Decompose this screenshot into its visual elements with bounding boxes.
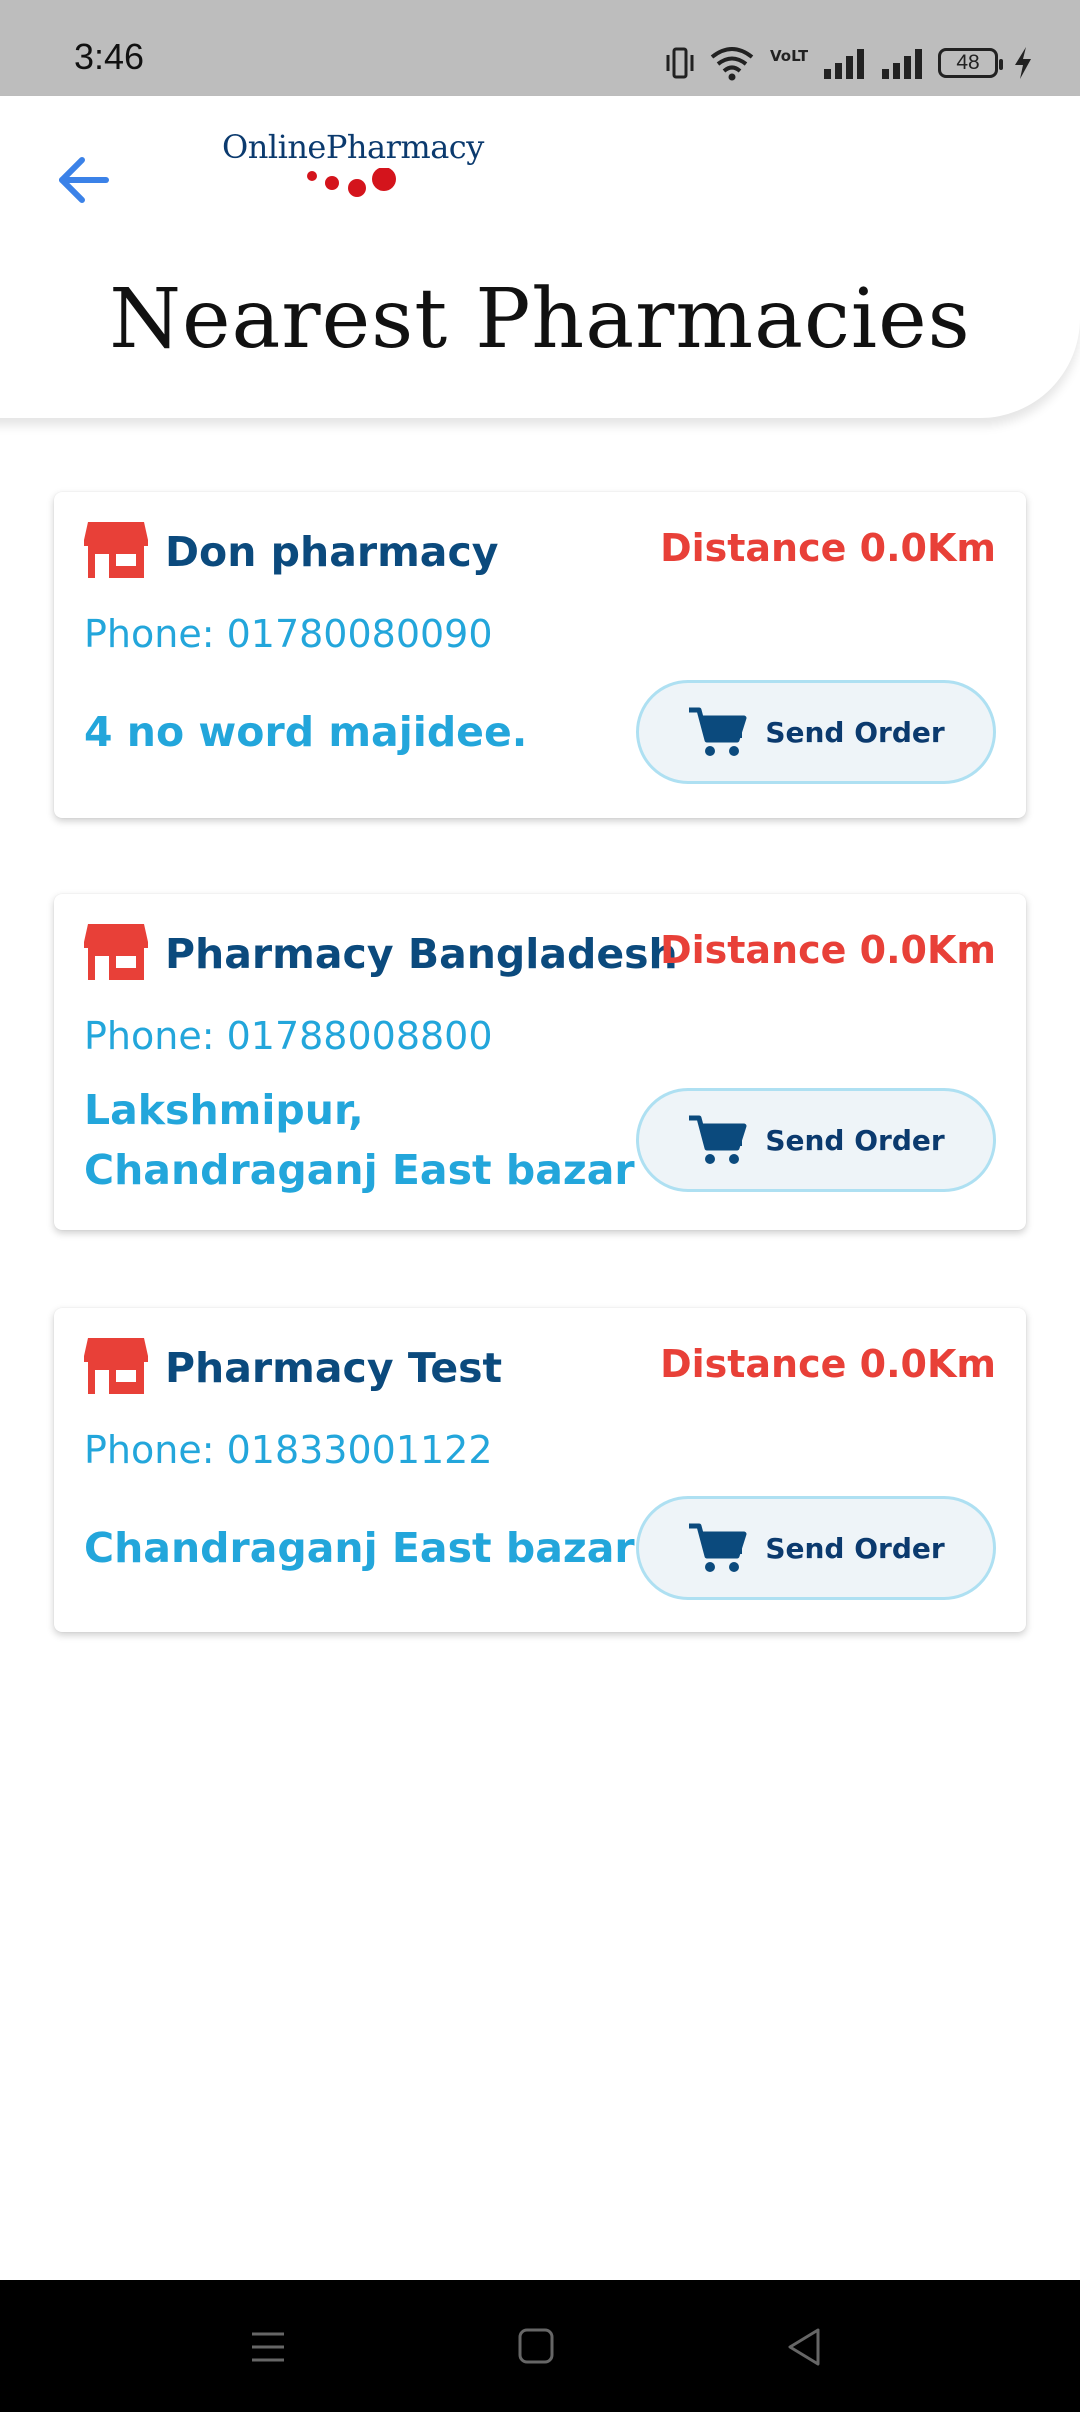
pharmacy-distance: Distance 0.0Km: [660, 928, 996, 972]
send-order-button[interactable]: Send Order: [636, 680, 996, 784]
volte-icon: VoLTE2: [770, 47, 808, 65]
cart-icon: [689, 1523, 747, 1572]
pharmacy-address: Lakshmipur, Chandraganj East bazar: [84, 1086, 635, 1194]
send-order-button[interactable]: Send Order: [636, 1088, 996, 1192]
store-icon: [84, 522, 148, 578]
app-logo: OnlinePharmacy: [222, 128, 484, 212]
signal-icon: [824, 49, 864, 79]
cart-icon: [689, 1115, 747, 1164]
pharmacy-phone[interactable]: Phone: 01780080090: [84, 612, 493, 656]
send-order-label: Send Order: [765, 1531, 945, 1565]
pharmacy-distance: Distance 0.0Km: [660, 526, 996, 570]
system-nav-bar: [0, 2280, 1080, 2412]
signal-icon: [882, 49, 922, 79]
home-icon[interactable]: [506, 2322, 566, 2372]
pharmacy-name: Pharmacy Bangladesh: [165, 930, 678, 978]
pharmacy-address: 4 no word majidee.: [84, 708, 528, 756]
status-time: 3:46: [74, 36, 145, 77]
send-order-button[interactable]: Send Order: [636, 1496, 996, 1600]
battery-level: 48: [956, 51, 980, 74]
pharmacy-card: Pharmacy Test Distance 0.0Km Phone: 0183…: [54, 1308, 1026, 1632]
cart-icon: [689, 707, 747, 756]
pharmacy-phone[interactable]: Phone: 01788008800: [84, 1014, 493, 1058]
pharmacy-name: Don pharmacy: [165, 528, 499, 576]
menu-icon[interactable]: [238, 2322, 298, 2372]
back-icon[interactable]: [774, 2322, 834, 2372]
status-icons: VoLTE2 48: [664, 40, 1034, 86]
pharmacy-card: Don pharmacy Distance 0.0Km Phone: 01780…: [54, 492, 1026, 818]
logo-text: OnlinePharmacy: [222, 128, 484, 166]
pharmacy-phone[interactable]: Phone: 01833001122: [84, 1428, 493, 1472]
store-icon: [84, 924, 148, 980]
pharmacy-address: Chandraganj East bazar: [84, 1524, 635, 1572]
pharmacy-card: Pharmacy Bangladesh Distance 0.0Km Phone…: [54, 894, 1026, 1230]
charging-icon: [1015, 47, 1031, 79]
send-order-label: Send Order: [765, 715, 945, 749]
wifi-icon: [710, 47, 754, 81]
page-title: Nearest Pharmacies: [109, 272, 971, 367]
vibrate-icon: [666, 47, 694, 79]
send-order-label: Send Order: [765, 1123, 945, 1157]
status-bar: 3:46 VoLTE2 48: [0, 0, 1080, 96]
svg-text:VoLTE2: VoLTE2: [770, 47, 808, 65]
store-icon: [84, 1338, 148, 1394]
logo-dots-icon: [307, 168, 396, 197]
pharmacy-name: Pharmacy Test: [165, 1344, 503, 1392]
pharmacy-distance: Distance 0.0Km: [660, 1342, 996, 1386]
back-arrow-icon[interactable]: [54, 150, 124, 210]
header-card: [0, 96, 1080, 418]
battery-icon: 48: [938, 48, 1003, 78]
